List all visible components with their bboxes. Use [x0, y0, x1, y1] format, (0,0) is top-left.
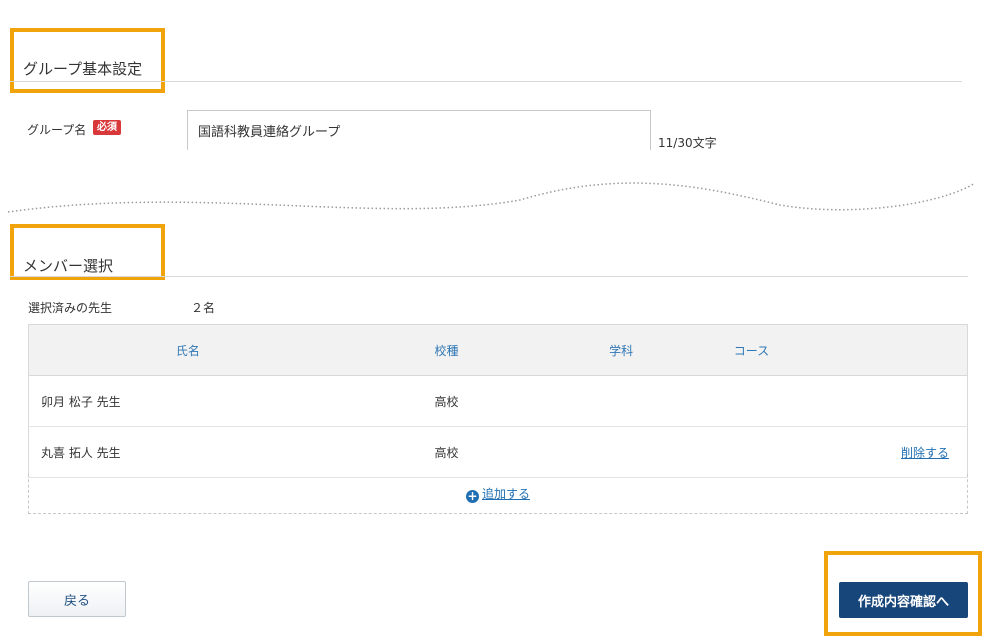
cell-action: 削除する [806, 426, 968, 478]
column-header-course: コース [696, 324, 807, 376]
back-button[interactable]: 戻る [28, 581, 126, 617]
cell-name: 丸喜 拓人 先生 [27, 426, 347, 478]
section-divider [10, 81, 962, 82]
cell-school-type: 高校 [346, 375, 547, 427]
cell-department [546, 426, 697, 478]
confirm-creation-button[interactable]: 作成内容確認へ [839, 582, 968, 618]
table-header-row: 氏名 校種 学科 コース [27, 324, 968, 376]
column-header-name: 氏名 [27, 324, 347, 376]
cell-name: 卯月 松子 先生 [27, 375, 347, 427]
column-header-school-type: 校種 [346, 324, 547, 376]
cell-school-type: 高校 [346, 426, 547, 478]
section-title-basic-settings: グループ基本設定 [23, 60, 143, 78]
add-member-link[interactable]: 追加する [482, 487, 530, 501]
cell-department [546, 375, 697, 427]
delete-member-link[interactable]: 削除する [901, 446, 949, 460]
section-title-member-selection: メンバー選択 [23, 257, 114, 275]
section-divider [10, 276, 968, 277]
group-name-input[interactable] [187, 110, 651, 150]
column-header-department: 学科 [546, 324, 697, 376]
required-badge: 必須 [93, 120, 121, 135]
cell-course [696, 375, 807, 427]
cell-action [806, 375, 968, 427]
selected-teachers-label: 選択済みの先生 [28, 301, 113, 315]
add-member-button[interactable]: + 追加する [465, 485, 530, 503]
cell-course [696, 426, 807, 478]
add-member-row: + 追加する [28, 474, 968, 514]
cut-line-divider [7, 182, 976, 213]
selected-teachers-count: ２名 [191, 301, 216, 315]
table-row: 丸喜 拓人 先生 高校 削除する [27, 426, 968, 478]
plus-circle-icon: + [465, 488, 479, 503]
group-name-label: グループ名 [27, 123, 87, 137]
members-table: 氏名 校種 学科 コース 卯月 松子 先生 高校 丸喜 拓人 先生 高校 削除す… [27, 324, 968, 478]
char-count: 11/30文字 [658, 136, 717, 150]
table-row: 卯月 松子 先生 高校 [27, 375, 968, 427]
column-header-actions [806, 324, 968, 376]
